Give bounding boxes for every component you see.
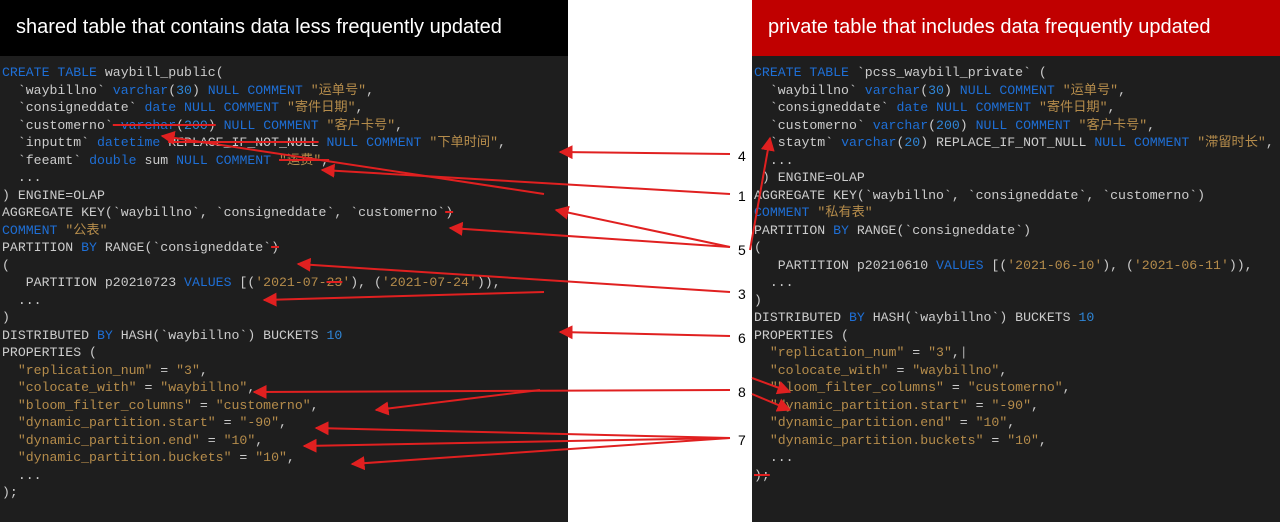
label-3: 3 <box>738 286 746 302</box>
right-title: private table that includes data frequen… <box>752 0 1280 56</box>
label-6: 6 <box>738 330 746 346</box>
label-7: 7 <box>738 432 746 448</box>
label-4: 4 <box>738 148 746 164</box>
right-code: CREATE TABLE `pcss_waybill_private` ( `w… <box>752 56 1280 484</box>
left-title: shared table that contains data less fre… <box>0 0 568 56</box>
left-code: CREATE TABLE waybill_public( `waybillno`… <box>0 56 568 502</box>
center-column: 4 1 5 3 6 8 7 <box>568 0 752 522</box>
right-panel: private table that includes data frequen… <box>752 0 1280 522</box>
label-8: 8 <box>738 384 746 400</box>
left-panel: shared table that contains data less fre… <box>0 0 568 522</box>
label-1: 1 <box>738 188 746 204</box>
label-5: 5 <box>738 242 746 258</box>
